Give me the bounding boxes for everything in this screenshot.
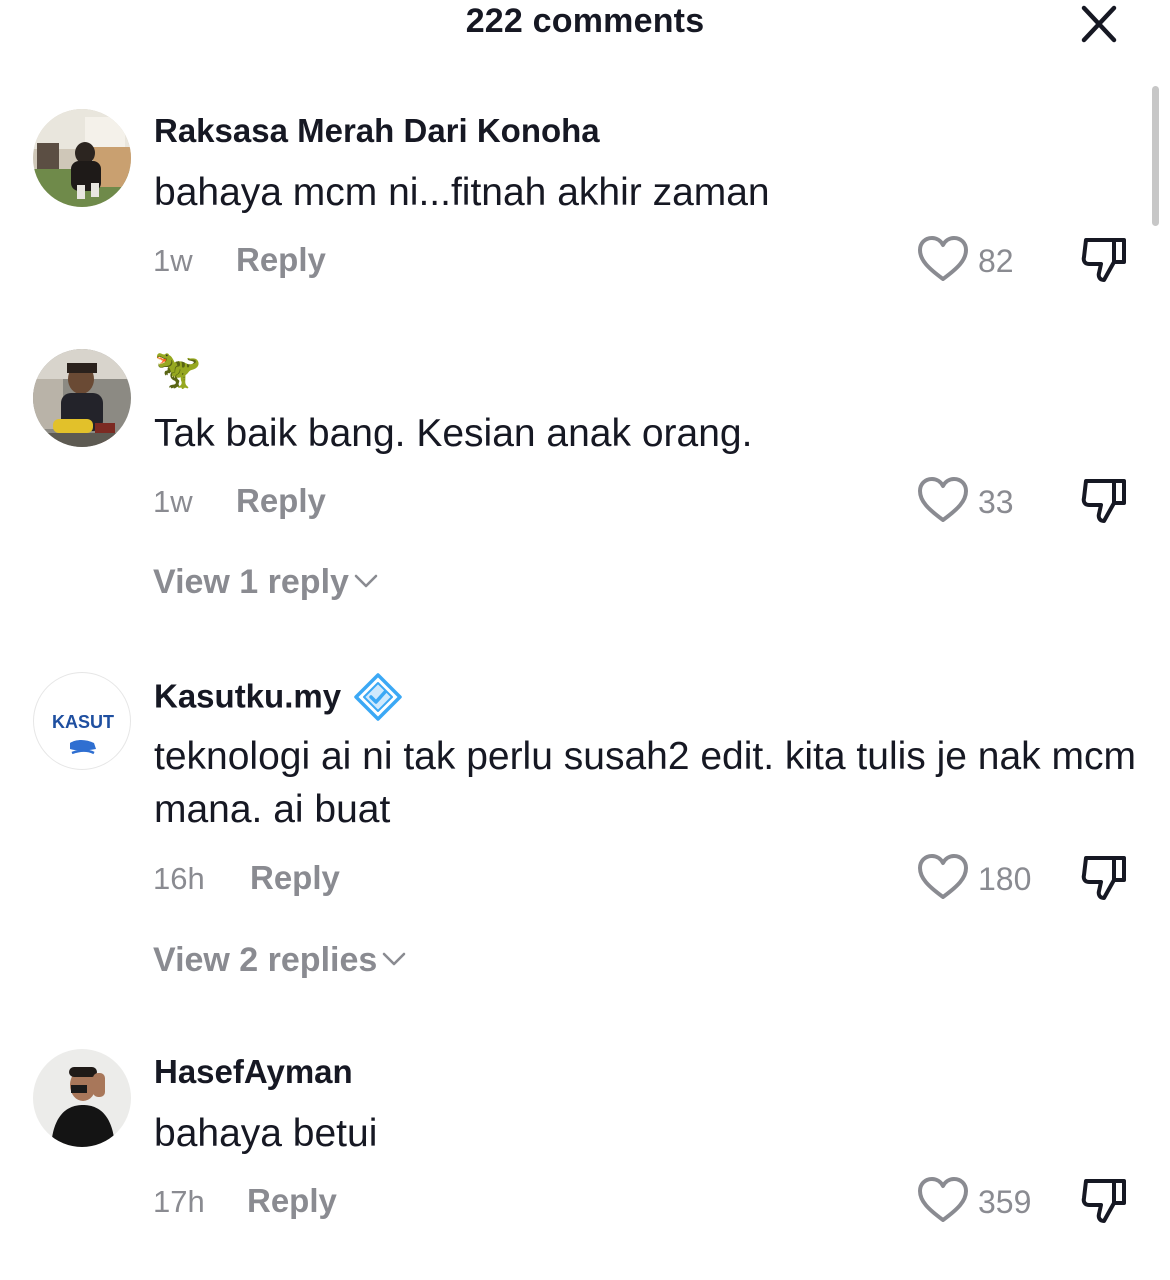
like-count: 359 <box>978 1184 1032 1220</box>
comment-timestamp: 1w <box>153 243 193 278</box>
comment-timestamp: 17h <box>153 1184 205 1219</box>
like-button[interactable] <box>916 1175 970 1225</box>
comment-text: bahaya mcm ni...fitnah akhir zaman <box>154 171 770 214</box>
chevron-down-icon <box>382 952 406 966</box>
close-icon <box>1081 5 1117 43</box>
reply-button[interactable]: Reply <box>236 482 326 520</box>
thumbs-down-icon <box>1081 856 1126 900</box>
comment-username[interactable]: HasefAyman <box>154 1053 353 1091</box>
like-button[interactable] <box>916 234 970 284</box>
thumbs-down-icon <box>1081 238 1126 282</box>
thumbs-down-icon <box>1081 479 1126 523</box>
view-replies-button[interactable]: View 1 reply <box>153 563 379 602</box>
reply-button[interactable]: Reply <box>250 859 340 897</box>
heart-icon <box>918 1177 968 1222</box>
reply-button[interactable]: Reply <box>247 1182 337 1220</box>
heart-icon <box>918 236 968 281</box>
dislike-button[interactable] <box>1078 1175 1130 1225</box>
like-count: 82 <box>978 243 1014 279</box>
avatar[interactable] <box>33 1049 131 1147</box>
avatar[interactable] <box>33 109 131 207</box>
comment-timestamp: 16h <box>153 861 205 896</box>
dislike-button[interactable] <box>1078 852 1130 902</box>
comment-username[interactable]: Kasutku.my <box>154 673 402 723</box>
thumbs-down-icon <box>1081 1179 1126 1223</box>
view-replies-label: View 1 reply <box>153 563 349 601</box>
verified-badge-icon <box>354 673 402 721</box>
comment-text: teknologi ai ni tak perlu susah2 edit. k… <box>154 735 1136 831</box>
like-button[interactable] <box>916 852 970 902</box>
comment-text: Tak baik bang. Kesian anak orang. <box>154 412 753 455</box>
like-count: 180 <box>978 861 1032 897</box>
scrollbar[interactable] <box>1152 86 1159 226</box>
avatar[interactable]: KASUT <box>33 672 131 770</box>
comments-header: 222 comments <box>0 0 1170 60</box>
heart-icon <box>918 854 968 899</box>
like-button[interactable] <box>916 475 970 525</box>
dislike-button[interactable] <box>1078 475 1130 525</box>
comment-username[interactable]: Raksasa Merah Dari Konoha <box>154 112 600 150</box>
chevron-down-icon <box>354 574 378 588</box>
comment-text: bahaya betui <box>154 1112 378 1155</box>
avatar[interactable] <box>33 349 131 447</box>
comments-count-title: 222 comments <box>465 2 705 40</box>
reply-button[interactable]: Reply <box>236 241 326 279</box>
view-replies-label: View 2 replies <box>153 941 378 979</box>
close-button[interactable] <box>1076 4 1122 44</box>
avatar-brand-text: KASUT <box>52 712 114 732</box>
like-count: 33 <box>978 484 1014 520</box>
username-text: Kasutku.my <box>154 677 342 715</box>
heart-icon <box>918 477 968 522</box>
view-replies-button[interactable]: View 2 replies <box>153 941 407 980</box>
dislike-button[interactable] <box>1078 234 1130 284</box>
comment-username[interactable]: 🦖 <box>154 348 201 392</box>
comment-timestamp: 1w <box>153 484 193 519</box>
